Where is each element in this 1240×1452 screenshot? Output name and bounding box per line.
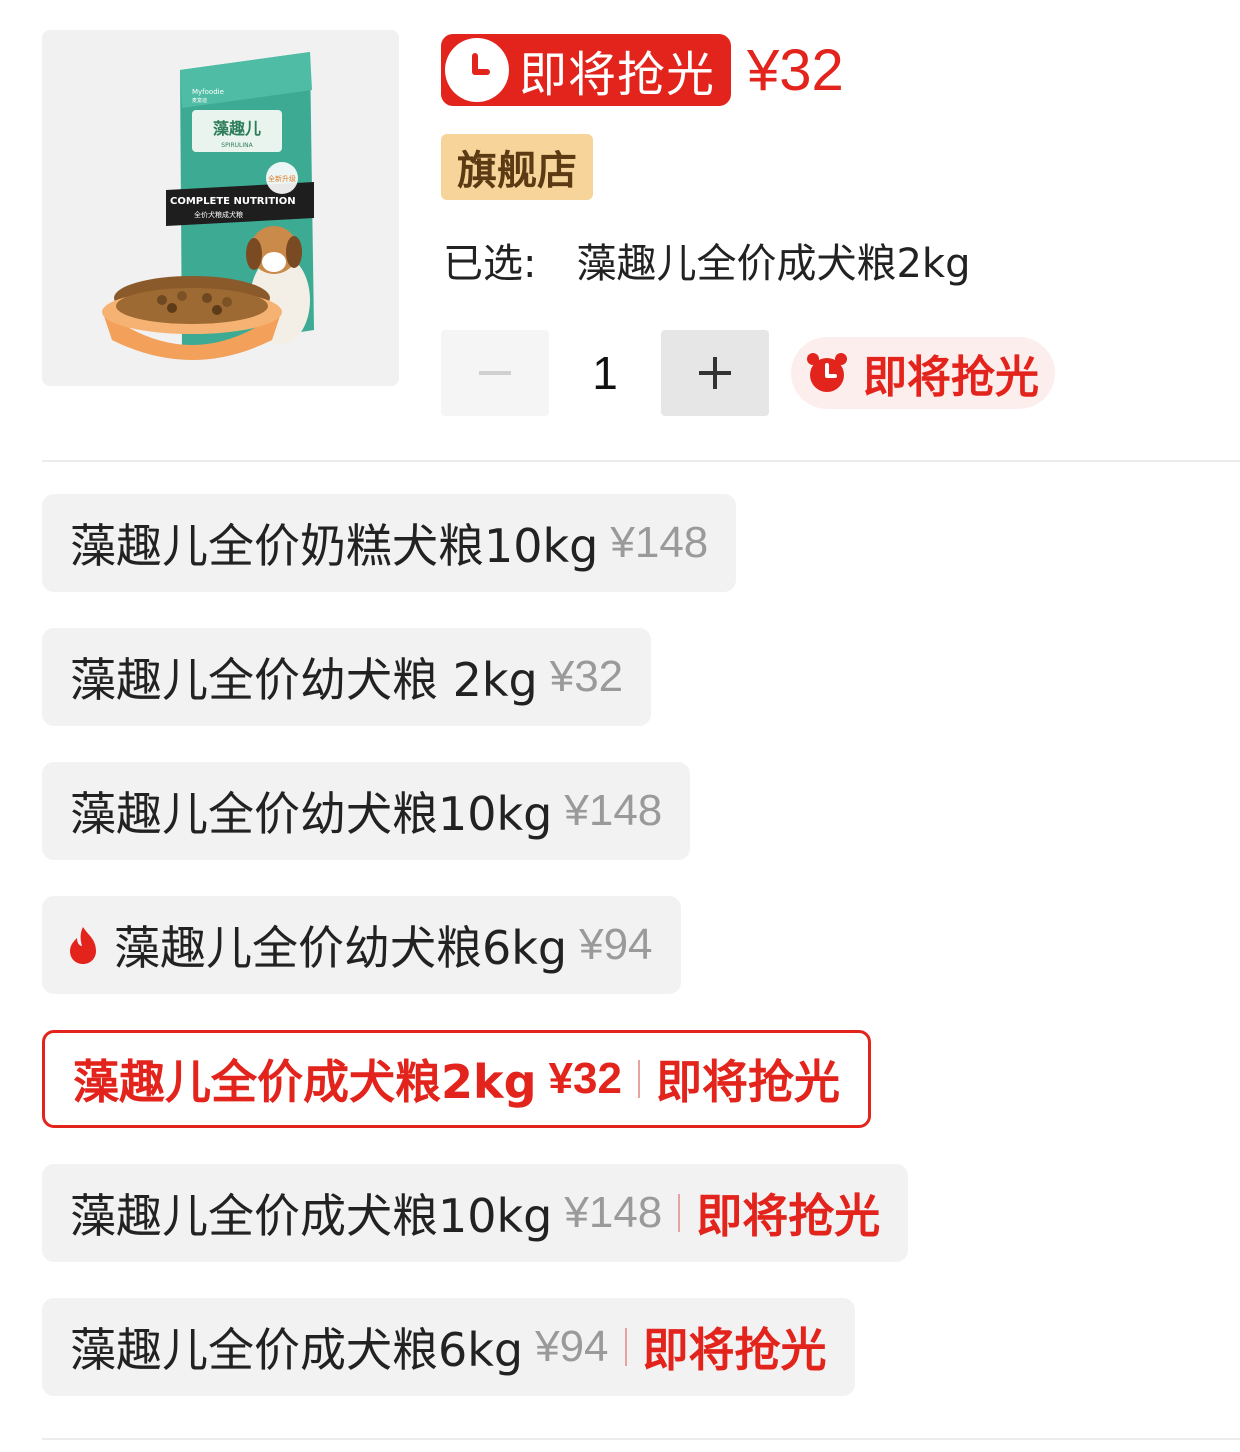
variant-name: 藻趣儿全价幼犬粮 2kg (70, 653, 538, 707)
variant-name: 藻趣儿全价成犬粮10kg (70, 1189, 553, 1243)
variant-name: 藻趣儿全价幼犬粮10kg (70, 787, 553, 841)
variant-flash-label: 即将抢光 (696, 1189, 881, 1243)
product-image: 藻趣儿 SPIRULINA Myfoodie 麦富迪 COMPLETE NUTR… (42, 30, 399, 386)
variant-flash-label: 即将抢光 (655, 1055, 840, 1109)
bag-banner-cn-text: 全价犬粮成犬粮 (194, 210, 243, 219)
variant-price: ¥148 (564, 1188, 663, 1237)
variant-name: 藻趣儿全价成犬粮6kg (70, 1323, 524, 1377)
quantity-stepper: 1 即将抢光 (441, 330, 1055, 416)
flash-sale-label: 即将抢光 (519, 47, 716, 103)
variant-option-adult-6kg[interactable]: 藻趣儿全价成犬粮6kg ¥94 即将抢光 (42, 1298, 855, 1396)
quantity-value[interactable]: 1 (549, 346, 661, 400)
product-thumbnail[interactable]: 藻趣儿 SPIRULINA Myfoodie 麦富迪 COMPLETE NUTR… (42, 30, 399, 386)
bag-brand-cn-text: 麦富迪 (192, 97, 207, 104)
variant-name: 藻趣儿全价成犬粮2kg (73, 1055, 537, 1109)
selected-variant-row: 已选: 藻趣儿全价成犬粮2kg (443, 232, 971, 288)
variant-option-puppy-2kg[interactable]: 藻趣儿全价幼犬粮 2kg ¥32 (42, 628, 652, 726)
fire-icon (66, 925, 100, 965)
variant-price: ¥148 (610, 518, 709, 567)
flash-sale-header: 即将抢光 ¥32 (441, 34, 844, 106)
bottom-divider (42, 1438, 1240, 1440)
variant-separator (637, 1060, 640, 1098)
variant-name: 藻趣儿全价幼犬粮6kg (114, 921, 568, 975)
quantity-flash-label: 即将抢光 (863, 352, 1039, 403)
variant-option-puppy-cake-10kg[interactable]: 藻趣儿全价奶糕犬粮10kg ¥148 (42, 494, 737, 592)
variant-price: ¥94 (535, 1322, 609, 1371)
quantity-flash-sale-tag: 即将抢光 (791, 337, 1055, 409)
variant-price: ¥32 (548, 1054, 622, 1103)
variant-separator (678, 1194, 681, 1232)
bag-brand-text: Myfoodie (192, 88, 224, 96)
variant-name: 藻趣儿全价奶糕犬粮10kg (70, 519, 599, 573)
variant-option-puppy-10kg[interactable]: 藻趣儿全价幼犬粮10kg ¥148 (42, 762, 691, 860)
decrease-quantity-button[interactable] (441, 330, 549, 416)
plus-icon (699, 357, 731, 389)
flagship-store-badge: 旗舰店 (441, 134, 593, 200)
flash-sale-badge: 即将抢光 (441, 34, 732, 106)
variant-separator (624, 1328, 627, 1366)
variant-option-puppy-6kg[interactable]: 藻趣儿全价幼犬粮6kg ¥94 (42, 896, 681, 994)
selected-label: 已选: (443, 241, 537, 287)
variant-option-adult-2kg[interactable]: 藻趣儿全价成犬粮2kg ¥32 即将抢光 (42, 1030, 871, 1128)
variant-option-adult-10kg[interactable]: 藻趣儿全价成犬粮10kg ¥148 即将抢光 (42, 1164, 909, 1262)
minus-icon (479, 371, 511, 375)
bag-banner-text: COMPLETE NUTRITION (170, 196, 296, 207)
current-price: ¥32 (747, 37, 844, 103)
variant-price: ¥32 (549, 652, 624, 701)
clock-icon (445, 38, 509, 102)
selected-value: 藻趣儿全价成犬粮2kg (576, 241, 971, 287)
bag-upgrade-text: 全新升级 (268, 174, 296, 183)
bag-sub-text: SPIRULINA (221, 142, 253, 149)
alarm-clock-icon (807, 353, 847, 392)
section-divider (42, 460, 1240, 462)
variant-flash-label: 即将抢光 (642, 1323, 827, 1377)
bag-name-text: 藻趣儿 (213, 119, 261, 138)
increase-quantity-button[interactable] (661, 330, 769, 416)
variant-price: ¥148 (564, 786, 663, 835)
variant-price: ¥94 (579, 920, 653, 969)
